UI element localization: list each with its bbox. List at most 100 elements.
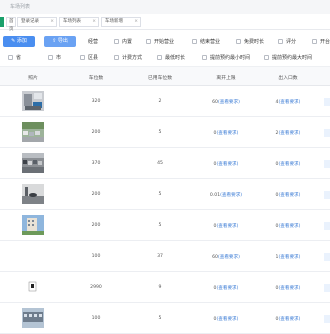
add-button[interactable]: ✎ 添加 — [3, 36, 35, 47]
view-requirements-link[interactable]: (查看要求) — [278, 286, 300, 291]
filter-rating[interactable]: 评分 — [278, 39, 296, 45]
view-requirements-link[interactable]: (查看要求) — [218, 100, 240, 105]
table-row[interactable]: 2990 9 0(查看要求) 0(查看要求) — [0, 272, 330, 303]
table-row[interactable]: 100 5 0(查看要求) 0(查看要求) — [0, 303, 330, 334]
count-value: 0.01 — [209, 193, 221, 198]
cell-limit: 0(查看要求) — [204, 223, 248, 229]
view-requirements-link[interactable]: (查看要求) — [218, 255, 240, 260]
cell-spaces: 370 — [91, 161, 101, 166]
filter-billing[interactable]: 计费方式 — [114, 55, 142, 61]
close-icon[interactable]: × — [92, 18, 96, 26]
filter-builtin[interactable]: 内置 — [114, 39, 132, 45]
checkbox[interactable] — [146, 39, 151, 44]
filter-label: 经营 — [88, 39, 99, 45]
row-action-edge[interactable] — [324, 98, 330, 106]
parking-photo[interactable] — [22, 153, 44, 173]
filter-label: 省 — [16, 55, 22, 61]
tab-bar: 首页 登录记录 × 车场列表 × 车场新增 × — [0, 14, 330, 32]
checkbox[interactable] — [114, 55, 119, 60]
close-icon[interactable]: × — [134, 18, 138, 26]
cell-limit: 0(查看要求) — [204, 285, 248, 291]
view-requirements-link[interactable]: (查看要求) — [216, 317, 238, 322]
checkbox[interactable] — [114, 39, 119, 44]
filter-city[interactable]: 市 — [48, 55, 61, 61]
parking-photo[interactable] — [22, 308, 44, 328]
cell-used: 5 — [158, 223, 162, 228]
filter-reserve-min[interactable]: 提前预约最小时间 — [202, 55, 250, 61]
col-limit: 离开上限 — [216, 76, 236, 81]
filter-district[interactable]: 区县 — [80, 55, 98, 61]
table-row[interactable]: 370 45 0(查看要求) 0(查看要求) — [0, 148, 330, 179]
parking-photo[interactable] — [22, 215, 44, 235]
tab-indicator[interactable] — [0, 17, 4, 27]
filter-operate[interactable]: 经营 — [88, 39, 98, 45]
table-row[interactable]: 100 37 60(查看要求) 1(查看要求) — [0, 241, 330, 272]
filter-free-duration[interactable]: 免费时长 — [236, 39, 264, 45]
checkbox[interactable] — [192, 39, 197, 44]
cell-gates: 0(查看要求) — [266, 192, 310, 198]
view-requirements-link[interactable]: (查看要求) — [216, 131, 238, 136]
checkbox[interactable] — [80, 55, 85, 60]
filter-province[interactable]: 省 — [8, 55, 21, 61]
parking-photo[interactable] — [22, 91, 44, 111]
tab-login-log[interactable]: 登录记录 × — [17, 17, 57, 27]
cell-spaces: 100 — [91, 316, 101, 321]
filter-close-time[interactable]: 结束营业 — [192, 39, 220, 45]
filter-label: 评分 — [286, 39, 297, 45]
tab-parking-list[interactable]: 车场列表 × — [59, 17, 99, 27]
view-requirements-link[interactable]: (查看要求) — [278, 317, 300, 322]
parking-photo[interactable] — [22, 184, 44, 204]
row-action-edge[interactable] — [324, 315, 330, 323]
page-title: 车场列表 — [10, 4, 31, 10]
filter-label: 内置 — [122, 39, 133, 45]
row-action-edge[interactable] — [324, 222, 330, 230]
filter-reserve-max[interactable]: 提前预约最大时间 — [264, 55, 312, 61]
view-requirements-link[interactable]: (查看要求) — [278, 100, 300, 105]
cell-spaces: 200 — [91, 223, 101, 228]
view-requirements-link[interactable]: (查看要求) — [216, 224, 238, 229]
checkbox[interactable] — [312, 39, 317, 44]
view-requirements-link[interactable]: (查看要求) — [278, 162, 300, 167]
checkbox[interactable] — [264, 55, 269, 60]
table-row[interactable]: 200 5 0(查看要求) 0(查看要求) — [0, 210, 330, 241]
tab-home[interactable]: 首页 — [6, 17, 16, 32]
table-row[interactable]: 200 5 0(查看要求) 2(查看要求) — [0, 117, 330, 148]
close-icon[interactable]: × — [50, 18, 54, 26]
checkbox[interactable] — [236, 39, 241, 44]
checkbox[interactable] — [202, 55, 207, 60]
table-row[interactable]: 200 5 0.01(查看要求) 0(查看要求) — [0, 179, 330, 210]
checkbox[interactable] — [157, 55, 162, 60]
checkbox[interactable] — [48, 55, 53, 60]
cell-used: 5 — [158, 316, 162, 321]
parking-photo[interactable] — [22, 277, 44, 297]
row-action-edge[interactable] — [324, 284, 330, 292]
view-requirements-link[interactable]: (查看要求) — [278, 131, 300, 136]
cell-gates: 0(查看要求) — [266, 285, 310, 291]
view-requirements-link[interactable]: (查看要求) — [278, 224, 300, 229]
filter-label: 提前预约最小时间 — [210, 55, 251, 61]
row-action-edge[interactable] — [324, 160, 330, 168]
row-action-edge[interactable] — [324, 191, 330, 199]
row-action-edge[interactable] — [324, 129, 330, 137]
table-row[interactable]: 320 2 60(查看要求) 4(查看要求) — [0, 86, 330, 117]
parking-photo[interactable] — [22, 122, 44, 142]
export-button[interactable]: ⇪ 导出 — [44, 36, 76, 47]
filter-label: 区县 — [88, 55, 99, 61]
tab-label: 车场新增 — [105, 19, 123, 24]
view-requirements-link[interactable]: (查看要求) — [278, 255, 300, 260]
col-photo: 照片 — [28, 76, 38, 81]
row-action-edge[interactable] — [324, 253, 330, 261]
filter-label: 开始营业 — [154, 39, 175, 45]
view-requirements-link[interactable]: (查看要求) — [216, 162, 238, 167]
view-requirements-link[interactable]: (查看要求) — [278, 193, 300, 198]
view-requirements-link[interactable]: (查看要求) — [220, 193, 242, 198]
checkbox[interactable] — [8, 55, 13, 60]
filter-min-duration[interactable]: 最低时长 — [157, 55, 185, 61]
filter-open-slot[interactable]: 开台 — [312, 39, 330, 45]
tab-label: 登录记录 — [21, 19, 39, 24]
checkbox[interactable] — [278, 39, 283, 44]
filter-open-time[interactable]: 开始营业 — [146, 39, 174, 45]
view-requirements-link[interactable]: (查看要求) — [216, 286, 238, 291]
cell-spaces: 200 — [91, 192, 101, 197]
tab-parking-add[interactable]: 车场新增 × — [101, 17, 141, 27]
